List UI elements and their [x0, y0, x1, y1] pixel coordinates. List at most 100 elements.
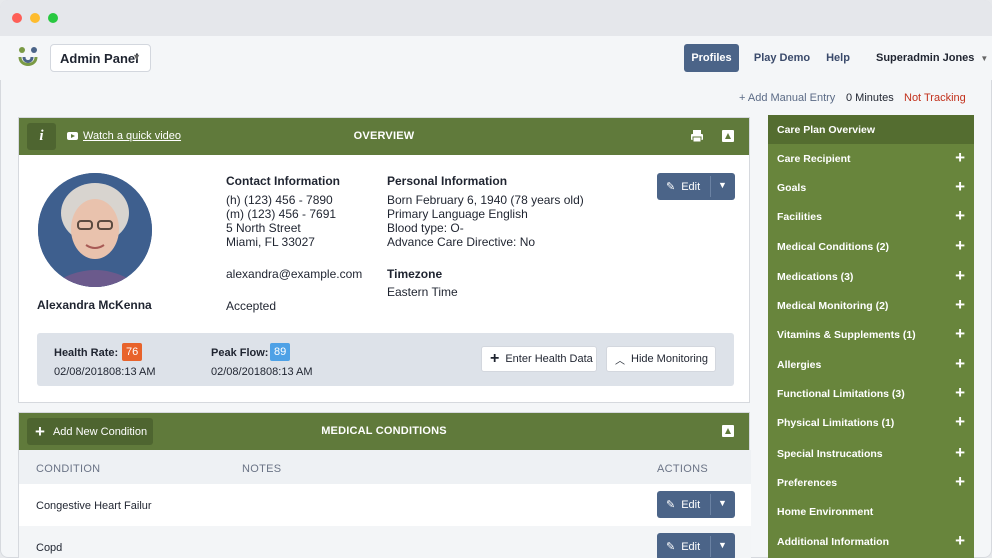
chevron-down-icon[interactable]: ▼ — [718, 540, 727, 550]
plus-icon: + — [490, 350, 500, 367]
overview-title: OVERVIEW — [353, 130, 415, 142]
hide-monitoring-button[interactable]: ︿ Hide Monitoring — [606, 346, 716, 372]
title-bar — [0, 0, 992, 36]
column-condition: CONDITION — [36, 463, 101, 475]
condition-name: Copd — [36, 542, 63, 554]
health-monitoring-bar: Health Rate: 76 02/08/201808:13 AM Peak … — [37, 333, 734, 386]
admin-panel-select[interactable]: Admin Panel ▼ — [50, 44, 151, 72]
plus-icon[interactable]: + — [955, 296, 965, 313]
admin-panel-label: Admin Panel — [60, 50, 139, 66]
sidebar-item-medical-monitoring[interactable]: Medical Monitoring (2) + — [768, 291, 974, 320]
health-rate-label: Health Rate: — [54, 347, 119, 359]
sidebar-item-home-environment[interactable]: Home Environment — [768, 497, 974, 526]
condition-edit-button[interactable]: ✎ Edit ▼ — [657, 491, 735, 518]
enter-health-data-label: Enter Health Data — [505, 353, 593, 365]
sidebar-item-label: Goals — [777, 182, 807, 194]
sidebar-item-label: Allergies — [777, 359, 822, 371]
sidebar-item-label: Additional Information — [777, 536, 889, 548]
brand-logo-icon[interactable] — [16, 45, 40, 71]
minimize-window-button[interactable] — [30, 13, 40, 23]
nav-play-demo-button[interactable]: Play Demo — [750, 44, 814, 72]
care-plan-sidebar: Care Plan Overview Care Recipient + Goals… — [768, 115, 974, 558]
edit-label: Edit — [681, 498, 701, 511]
print-icon[interactable] — [690, 129, 704, 143]
sidebar-item-preferences[interactable]: Preferences + — [768, 468, 974, 497]
contact-email: alexandra@example.com — [226, 267, 363, 281]
sidebar-item-label: Preferences — [777, 477, 838, 489]
column-notes: NOTES — [242, 463, 282, 475]
medical-conditions-panel: + Add New Condition MEDICAL CONDITIONS C… — [18, 412, 751, 558]
overview-panel: i Watch a quick video OVERVIEW Alexandra… — [18, 117, 750, 403]
sidebar-item-vitamins[interactable]: Vitamins & Supplements (1) + — [768, 320, 974, 349]
table-row: Congestive Heart Failur ✎ Edit ▼ — [19, 484, 751, 526]
plus-icon[interactable]: + — [955, 473, 965, 490]
chevron-down-icon: ▼ — [980, 54, 989, 63]
nav-profiles-button[interactable]: Profiles — [684, 44, 739, 72]
maximize-window-button[interactable] — [48, 13, 58, 23]
contact-mobile-phone: (m) (123) 456 - 7691 — [226, 207, 337, 221]
contact-home-phone: (h) (123) 456 - 7890 — [226, 193, 333, 207]
sidebar-item-medical-conditions[interactable]: Medical Conditions (2) + — [768, 232, 974, 261]
plus-icon[interactable]: + — [955, 237, 965, 254]
plus-icon[interactable]: + — [955, 413, 965, 430]
plus-icon[interactable]: + — [955, 444, 965, 461]
tracked-minutes: 0 Minutes — [846, 92, 894, 104]
app-header: Admin Panel ▼ Profiles Play Demo Help Su… — [0, 36, 992, 80]
patient-photo — [38, 173, 152, 287]
timezone-heading: Timezone — [387, 267, 443, 281]
sidebar-item-label: Care Plan Overview — [777, 124, 876, 136]
sidebar-item-care-recipient[interactable]: Care Recipient + — [768, 144, 974, 173]
hide-monitoring-label: Hide Monitoring — [631, 353, 709, 365]
plus-icon[interactable]: + — [955, 207, 965, 224]
contact-street: 5 North Street — [226, 221, 301, 235]
condition-edit-button[interactable]: ✎ Edit ▼ — [657, 533, 735, 558]
sidebar-item-allergies[interactable]: Allergies + — [768, 350, 974, 379]
nav-help-button[interactable]: Help — [820, 44, 856, 72]
medical-conditions-title: MEDICAL CONDITIONS — [321, 425, 447, 437]
add-manual-entry-link[interactable]: + Add Manual Entry — [739, 92, 835, 104]
sidebar-item-goals[interactable]: Goals + — [768, 173, 974, 202]
pencil-icon: ✎ — [666, 499, 676, 511]
sidebar-item-label: Special Instrucations — [777, 448, 883, 460]
personal-directive: Advance Care Directive: No — [387, 235, 536, 249]
enter-health-data-button[interactable]: + Enter Health Data — [481, 346, 597, 372]
sidebar-item-medications[interactable]: Medications (3) + — [768, 262, 974, 291]
health-rate-date: 02/08/201808:13 AM — [54, 366, 156, 378]
plus-icon[interactable]: + — [955, 325, 965, 342]
plus-icon[interactable]: + — [955, 178, 965, 195]
sidebar-item-physical-limitations[interactable]: Physical Limitations (1) + — [768, 408, 974, 437]
plus-icon[interactable]: + — [955, 532, 965, 549]
tracking-status[interactable]: Not Tracking — [904, 92, 966, 104]
conditions-table-header: CONDITION NOTES ACTIONS — [19, 450, 751, 484]
plus-icon[interactable]: + — [955, 267, 965, 284]
sidebar-item-care-plan-overview[interactable]: Care Plan Overview — [768, 115, 974, 144]
peak-flow-label: Peak Flow: — [211, 347, 269, 359]
contact-heading: Contact Information — [226, 174, 340, 188]
edit-label: Edit — [681, 180, 701, 193]
medical-conditions-header: + Add New Condition MEDICAL CONDITIONS — [19, 413, 749, 450]
plus-icon[interactable]: + — [955, 149, 965, 166]
pdf-icon[interactable] — [721, 424, 735, 438]
plus-icon[interactable]: + — [955, 384, 965, 401]
table-row: Copd ✎ Edit ▼ — [19, 526, 751, 558]
peak-flow-date: 02/08/201808:13 AM — [211, 366, 313, 378]
sidebar-item-additional-information[interactable]: Additional Information + — [768, 527, 974, 556]
pencil-icon: ✎ — [666, 181, 676, 193]
sidebar-item-special-instructions[interactable]: Special Instrucations + — [768, 439, 974, 468]
overview-header: i Watch a quick video OVERVIEW — [19, 118, 749, 155]
chevron-down-icon[interactable]: ▼ — [718, 498, 727, 508]
sidebar-item-label: Physical Limitations (1) — [777, 417, 895, 429]
plus-icon[interactable]: + — [955, 355, 965, 372]
sidebar-item-label: Vitamins & Supplements (1) — [777, 329, 916, 341]
personal-heading: Personal Information — [387, 174, 508, 188]
user-menu[interactable]: Superadmin Jones ▼ — [876, 52, 988, 64]
close-window-button[interactable] — [12, 13, 22, 23]
contact-status: Accepted — [226, 299, 277, 313]
personal-blood-type: Blood type: O- — [387, 221, 464, 235]
chevron-down-icon[interactable]: ▼ — [718, 180, 727, 190]
pdf-icon[interactable] — [721, 129, 735, 143]
personal-born: Born February 6, 1940 (78 years old) — [387, 193, 584, 207]
sidebar-item-functional-limitations[interactable]: Functional Limitations (3) + — [768, 379, 974, 408]
sidebar-item-facilities[interactable]: Facilities + — [768, 202, 974, 231]
overview-edit-button[interactable]: ✎ Edit ▼ — [657, 173, 735, 200]
